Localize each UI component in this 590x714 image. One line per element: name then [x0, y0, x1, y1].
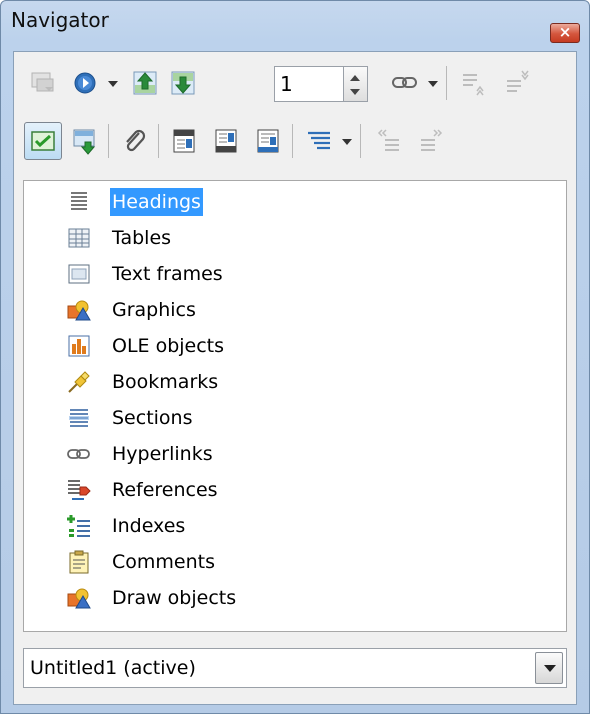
- tree-item-label: Draw objects: [112, 587, 237, 609]
- toolbar-row-1: 1: [14, 56, 576, 110]
- spin-down-icon[interactable]: [350, 89, 360, 95]
- tree-item-graphics[interactable]: Graphics: [24, 293, 564, 329]
- tree-item-draw-objects[interactable]: Draw objects: [24, 581, 564, 617]
- document-select-value: Untitled1 (active): [30, 657, 196, 679]
- navigation-icon: [74, 72, 96, 94]
- tree-item-label: Sections: [112, 407, 193, 429]
- chevron-down-icon: [544, 665, 556, 672]
- attachment-icon: [126, 129, 146, 152]
- tables-icon: [68, 228, 90, 248]
- headings-icon: [71, 192, 87, 210]
- bookmarks-icon: [68, 371, 90, 393]
- close-icon: ×: [558, 23, 572, 41]
- tree-item-label: Comments: [112, 551, 215, 573]
- drag-mode-button[interactable]: [386, 64, 424, 102]
- text-frames-icon: [68, 264, 90, 284]
- drag-mode-dropdown-icon[interactable]: [428, 81, 438, 87]
- content-view-icon: [31, 72, 54, 92]
- promote-chapter-button[interactable]: [370, 122, 408, 160]
- footer-icon: [215, 129, 237, 153]
- toggle-icon: [31, 131, 55, 151]
- previous-object-button[interactable]: [126, 64, 164, 102]
- tree-item-references[interactable]: References: [24, 473, 564, 509]
- toolbar-separator: [446, 66, 447, 100]
- demote-chapter-icon: [421, 129, 443, 151]
- tree-item-headings[interactable]: Headings: [24, 185, 564, 221]
- tree-item-tables[interactable]: Tables: [24, 221, 564, 257]
- heading-levels-button[interactable]: [300, 122, 338, 160]
- content-view-button[interactable]: [24, 64, 62, 102]
- toggle-button[interactable]: [24, 122, 62, 160]
- tree-item-label: Bookmarks: [112, 371, 219, 393]
- tree-item-label: Hyperlinks: [112, 443, 213, 465]
- draw-objects-icon: [67, 588, 91, 609]
- tree-item-label: Graphics: [112, 299, 196, 321]
- toolbar-separator: [292, 124, 293, 158]
- header-icon: [173, 129, 195, 153]
- tree-item-text-frames[interactable]: Text frames: [24, 257, 564, 293]
- demote-chapter-button[interactable]: [412, 122, 450, 160]
- next-object-icon: [171, 71, 195, 95]
- references-icon: [68, 480, 91, 500]
- tree-item-sections[interactable]: Sections: [24, 401, 564, 437]
- ole-objects-icon: [68, 335, 90, 357]
- tree-item-label: OLE objects: [112, 335, 225, 357]
- toolbar-separator: [158, 124, 159, 158]
- anchor-text-button[interactable]: [250, 122, 288, 160]
- set-reminder-button[interactable]: [66, 122, 104, 160]
- tree-item-indexes[interactable]: Indexes: [24, 509, 564, 545]
- indexes-icon: [67, 515, 90, 537]
- toolbar-separator: [108, 124, 109, 158]
- title-bar[interactable]: Navigator ×: [1, 1, 589, 43]
- tree-item-bookmarks[interactable]: Bookmarks: [24, 365, 564, 401]
- promote-chapter-icon: [377, 129, 399, 151]
- attachment-button[interactable]: [116, 122, 154, 160]
- document-select-dropdown-button[interactable]: [535, 652, 563, 684]
- navigator-window: Navigator × 1 Headings Tables Text frame…: [0, 0, 590, 714]
- next-object-button[interactable]: [164, 64, 202, 102]
- promote-level-icon: [463, 74, 484, 96]
- sections-icon: [69, 409, 89, 427]
- tree-item-label: Headings: [110, 188, 203, 216]
- page-number-input[interactable]: 1: [274, 66, 344, 102]
- tree-item-hyperlinks[interactable]: Hyperlinks: [24, 437, 564, 473]
- toolbar-separator: [360, 124, 361, 158]
- spin-up-icon[interactable]: [350, 75, 360, 81]
- page-number-stepper[interactable]: [344, 66, 368, 102]
- close-button[interactable]: ×: [550, 23, 580, 43]
- tree-item-label: Text frames: [112, 263, 223, 285]
- demote-level-icon: [507, 70, 529, 92]
- navigation-button[interactable]: [66, 64, 104, 102]
- previous-object-icon: [133, 71, 157, 95]
- tree-item-label: Indexes: [112, 515, 186, 537]
- document-select[interactable]: Untitled1 (active): [23, 648, 567, 688]
- set-reminder-icon: [73, 129, 96, 155]
- heading-levels-icon: [308, 131, 330, 150]
- hyperlink-drag-mode-icon: [392, 77, 417, 88]
- promote-level-button[interactable]: [454, 64, 492, 102]
- toolbar-row-2: [14, 114, 576, 168]
- tree-item-label: Tables: [112, 227, 172, 249]
- tree-item-ole-objects[interactable]: OLE objects: [24, 329, 564, 365]
- hyperlinks-icon: [67, 449, 90, 459]
- footer-button[interactable]: [208, 122, 246, 160]
- demote-level-button[interactable]: [498, 64, 536, 102]
- window-title: Navigator: [11, 8, 109, 32]
- tree-item-comments[interactable]: Comments: [24, 545, 564, 581]
- navigator-panel: 1 Headings Tables Text frames Graphics O…: [13, 51, 577, 705]
- comments-icon: [69, 550, 89, 574]
- tree-item-label: References: [112, 479, 218, 501]
- heading-levels-dropdown-icon[interactable]: [342, 139, 352, 145]
- anchor-text-icon: [257, 129, 279, 153]
- header-button[interactable]: [166, 122, 204, 160]
- graphics-icon: [67, 300, 91, 321]
- navigation-dropdown-icon[interactable]: [108, 81, 118, 87]
- content-tree[interactable]: Headings Tables Text frames Graphics OLE…: [23, 180, 567, 632]
